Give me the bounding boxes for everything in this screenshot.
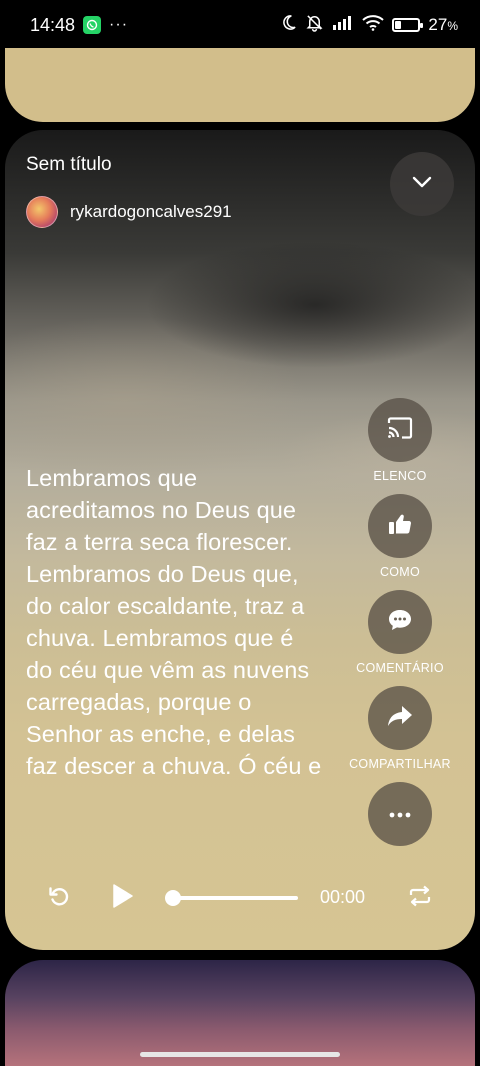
replay-button[interactable]: [45, 884, 73, 912]
previous-post-card[interactable]: [5, 48, 475, 122]
moon-icon: [280, 14, 297, 36]
cast-action[interactable]: ELENCO: [345, 398, 455, 483]
like-action[interactable]: COMO: [345, 494, 455, 579]
play-button[interactable]: [107, 882, 139, 914]
repeat-button[interactable]: [405, 884, 435, 912]
status-right: 27%: [280, 13, 458, 37]
signal-icon: [332, 15, 354, 36]
replay-icon: [48, 885, 70, 912]
comment-button[interactable]: [368, 590, 432, 654]
status-left: 14:48 ···: [30, 15, 128, 36]
share-label: COMPARTILHAR: [349, 757, 451, 771]
chevron-down-icon: [412, 175, 432, 193]
playback-time: 00:00: [320, 887, 366, 907]
audio-player: 00:00: [5, 870, 475, 926]
battery-level: [395, 21, 402, 29]
share-icon: [387, 705, 413, 732]
cast-button[interactable]: [368, 398, 432, 462]
avatar[interactable]: [26, 196, 58, 228]
post-card: Sem título rykardogoncalves291 Lembramos…: [5, 130, 475, 950]
wifi-icon: [362, 14, 385, 36]
next-post-card[interactable]: [5, 960, 475, 1066]
battery-icon: [392, 18, 424, 32]
author-name[interactable]: rykardogoncalves291: [70, 202, 232, 222]
comment-icon: [387, 608, 413, 637]
play-icon: [112, 883, 134, 914]
post-title: Sem título: [26, 154, 112, 175]
more-icon: [388, 805, 412, 823]
battery-percent: 27%: [428, 15, 458, 34]
more-button[interactable]: [368, 782, 432, 846]
more-action[interactable]: [345, 782, 455, 846]
collapse-button[interactable]: [390, 152, 454, 216]
like-label: COMO: [379, 565, 421, 579]
cast-label: ELENCO: [373, 469, 427, 483]
bell-off-icon: [305, 13, 324, 37]
home-indicator: [140, 1052, 340, 1057]
status-time: 14:48: [30, 14, 76, 35]
author-row[interactable]: rykardogoncalves291: [26, 196, 232, 228]
notification-more: ···: [109, 16, 129, 33]
progress-track[interactable]: [170, 896, 298, 900]
share-button[interactable]: [368, 686, 432, 750]
share-action[interactable]: COMPARTILHAR: [345, 686, 455, 771]
comment-action[interactable]: COMENTÁRIO: [345, 590, 455, 675]
comment-label: COMENTÁRIO: [356, 661, 444, 675]
lyrics-text: Lembramos que acreditamos no Deus que fa…: [26, 465, 322, 779]
repeat-icon: [408, 885, 432, 912]
thumbs-up-icon: [388, 513, 412, 540]
whatsapp-icon: [83, 16, 102, 34]
status-bar: 14:48 ··· 27%: [0, 0, 480, 50]
like-button[interactable]: [368, 494, 432, 558]
progress-knob[interactable]: [165, 890, 181, 906]
cast-icon: [387, 416, 413, 444]
